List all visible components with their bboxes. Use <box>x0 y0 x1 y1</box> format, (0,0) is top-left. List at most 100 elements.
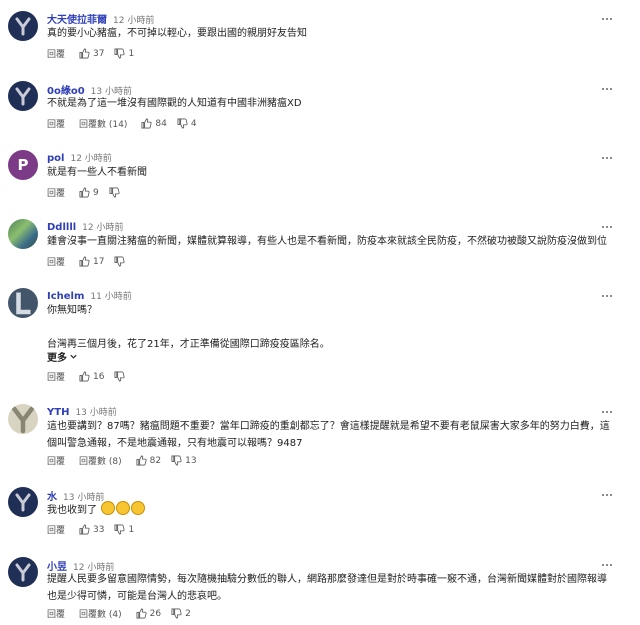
like-button[interactable]: 33 <box>79 524 104 535</box>
thumbs-up-icon <box>79 524 90 535</box>
thumbs-down-icon <box>114 48 126 59</box>
author-name[interactable]: Ddllll <box>47 222 76 233</box>
reply-count-button[interactable]: 回覆數 (8) <box>79 454 122 467</box>
reply-count-button[interactable]: 回覆數 (14) <box>79 117 127 130</box>
author-name[interactable]: YTH <box>47 407 69 418</box>
thumbs-up-icon <box>79 371 90 382</box>
avatar[interactable] <box>8 487 38 517</box>
avatar[interactable] <box>8 11 38 41</box>
timestamp: 12 小時前 <box>70 154 112 164</box>
avatar[interactable] <box>8 404 38 434</box>
yahoo-y-icon <box>15 17 31 36</box>
more-options-icon[interactable] <box>600 151 614 165</box>
like-button[interactable]: 17 <box>79 256 104 267</box>
like-count: 84 <box>155 118 167 129</box>
dislike-button[interactable] <box>114 256 126 267</box>
grinning-emoji-icon <box>101 501 116 515</box>
yahoo-y-icon <box>15 493 31 512</box>
like-button[interactable]: 16 <box>79 371 104 382</box>
comment-text: 不就是為了這一堆沒有國際觀的人知道有中國非洲豬瘟XD <box>47 98 302 109</box>
dislike-button[interactable]: 1 <box>114 48 134 59</box>
avatar[interactable] <box>8 557 38 587</box>
author-name[interactable]: pol <box>47 153 64 164</box>
like-button[interactable]: 84 <box>141 118 167 129</box>
like-count: 37 <box>93 48 105 59</box>
like-count: 26 <box>149 608 162 619</box>
dislike-count: 13 <box>185 455 197 466</box>
more-options-icon[interactable] <box>600 220 614 234</box>
avatar[interactable]: P <box>8 150 38 180</box>
more-options-icon[interactable] <box>600 405 614 419</box>
like-count: 82 <box>149 455 162 466</box>
timestamp: 11 小時前 <box>90 292 132 302</box>
thumbs-up-icon <box>136 455 147 466</box>
reply-button[interactable]: 回覆 <box>47 47 65 60</box>
more-options-icon[interactable] <box>600 558 614 572</box>
reply-button[interactable]: 回覆 <box>47 607 65 620</box>
chevron-down-icon <box>70 354 77 359</box>
thumbs-down-icon <box>109 187 120 198</box>
reply-count-button[interactable]: 回覆數 (4) <box>79 607 122 620</box>
comment-text: 就是有一些人不看新聞 <box>47 167 147 178</box>
grinning-emoji-icon <box>131 501 146 515</box>
timestamp: 13 小時前 <box>75 408 117 418</box>
dislike-count: 4 <box>190 118 197 129</box>
like-button[interactable]: 37 <box>79 48 104 59</box>
more-options-icon[interactable] <box>600 12 614 26</box>
thumbs-up-icon <box>141 118 152 129</box>
reply-button[interactable]: 回覆 <box>47 523 65 536</box>
dislike-button[interactable]: 2 <box>171 608 191 619</box>
thumbs-down-icon <box>114 371 126 382</box>
comment-text: 鍾會沒事一直關注豬瘟的新聞，媒體就算報導，有些人也是不看新聞，防疫本來就該全民防… <box>47 236 607 247</box>
like-count: 16 <box>93 371 105 382</box>
dislike-count: 2 <box>185 608 191 619</box>
reply-button[interactable]: 回覆 <box>47 370 65 383</box>
comment-text: 真的要小心豬瘟，不可掉以輕心，要跟出國的親朋好友告知 <box>47 28 307 39</box>
more-options-icon[interactable] <box>600 488 614 502</box>
avatar[interactable] <box>8 288 38 318</box>
thumbs-down-icon <box>114 256 126 267</box>
yahoo-y-icon <box>11 406 35 434</box>
dislike-count: 1 <box>128 48 135 59</box>
thumbs-up-icon <box>136 608 147 619</box>
dislike-button[interactable]: 4 <box>177 118 197 129</box>
dislike-button[interactable]: 1 <box>114 524 134 535</box>
avatar[interactable] <box>8 81 38 111</box>
yahoo-y-icon <box>15 563 31 582</box>
reply-button[interactable]: 回覆 <box>47 255 65 268</box>
reply-button[interactable]: 回覆 <box>47 186 65 199</box>
comment-text: 提醒人民要多留意國際情勢，每次隨機抽驗分數低的聯人，網路那麼發達但是對於時事確一… <box>47 574 607 602</box>
thumbs-up-icon <box>79 187 90 198</box>
thumbs-down-icon <box>177 118 188 129</box>
grinning-emoji-icon <box>116 501 131 515</box>
thumbs-down-icon <box>171 455 182 466</box>
more-options-icon[interactable] <box>600 289 614 303</box>
comment-text: 你無知嗎？ 台灣再三個月後，花了21年，才正準備從國際口蹄疫疫區除名。 <box>47 305 330 350</box>
dislike-count: 1 <box>128 524 135 535</box>
like-count: 9 <box>93 187 99 198</box>
author-name[interactable]: 大天使拉菲爾 <box>47 11 107 26</box>
dislike-button[interactable]: 13 <box>171 455 197 466</box>
like-button[interactable]: 26 <box>136 608 161 619</box>
timestamp: 12 小時前 <box>82 223 124 233</box>
avatar[interactable] <box>8 219 38 249</box>
thumbs-up-icon <box>79 48 90 59</box>
comment-text: 我也收到了 <box>47 501 146 519</box>
thumbs-up-icon <box>79 256 90 267</box>
dislike-button[interactable] <box>109 187 120 198</box>
like-button[interactable]: 9 <box>79 187 99 198</box>
like-count: 17 <box>93 256 105 267</box>
like-button[interactable]: 82 <box>136 455 161 466</box>
thumbs-down-icon <box>114 524 126 535</box>
show-more-button[interactable]: 更多 <box>47 349 78 364</box>
reply-button[interactable]: 回覆 <box>47 117 65 130</box>
l-letter-icon <box>16 292 31 315</box>
author-name[interactable]: Ichelm <box>47 291 84 302</box>
like-count: 33 <box>93 524 105 535</box>
comment-text: 這也要講到？87嗎？豬瘟問題不重要？當年口蹄疫的重創都忘了？會這樣提醒就是希望不… <box>47 421 610 449</box>
dislike-button[interactable] <box>114 371 126 382</box>
yahoo-y-icon <box>15 87 31 106</box>
more-options-icon[interactable] <box>600 82 614 96</box>
thumbs-down-icon <box>171 608 182 619</box>
reply-button[interactable]: 回覆 <box>47 454 65 467</box>
